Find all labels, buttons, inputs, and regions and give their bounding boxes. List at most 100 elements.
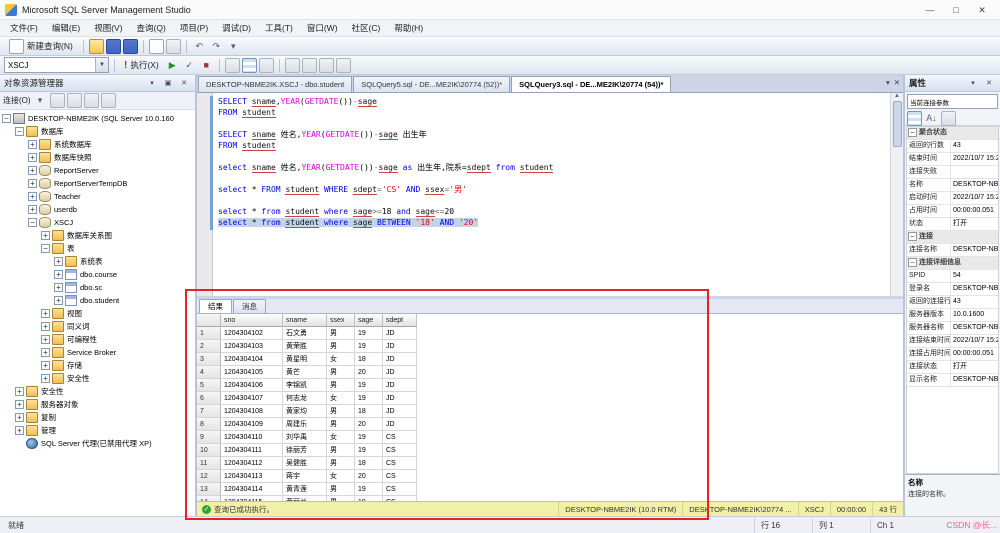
grid-cell[interactable]: 19 bbox=[355, 340, 383, 353]
property-row-16[interactable]: 连接结束时间2022/10/7 15:22:53 bbox=[907, 335, 998, 348]
expand-icon[interactable]: + bbox=[41, 361, 50, 370]
grid-cell[interactable]: 18 bbox=[355, 457, 383, 470]
collapse-icon[interactable]: − bbox=[2, 114, 11, 123]
grid-cell[interactable]: 1204304107 bbox=[221, 392, 283, 405]
alphabetical-icon[interactable]: A↓ bbox=[924, 111, 939, 126]
grid-cell[interactable]: 黄星明 bbox=[283, 353, 327, 366]
tree-item-0[interactable]: −DESKTOP-NBME2IK (SQL Server 10.0.160 bbox=[0, 112, 195, 125]
property-category-8[interactable]: −连接 bbox=[907, 231, 998, 244]
grid-cell[interactable]: 女 bbox=[327, 470, 355, 483]
tree-item-9[interactable]: +数据库关系图 bbox=[0, 229, 195, 242]
grid-cell[interactable]: 1204304113 bbox=[221, 470, 283, 483]
filter-icon[interactable] bbox=[101, 93, 116, 108]
chevron-down-icon[interactable]: ▾ bbox=[145, 77, 159, 90]
collapse-icon[interactable]: − bbox=[908, 128, 917, 137]
scroll-up-icon[interactable]: ▲ bbox=[894, 93, 900, 99]
row-number-cell[interactable]: 2 bbox=[197, 340, 221, 353]
row-number-cell[interactable]: 4 bbox=[197, 366, 221, 379]
property-category-10[interactable]: −连接详细信息 bbox=[907, 257, 998, 270]
grid-cell[interactable]: CS bbox=[383, 444, 417, 457]
property-row-1[interactable]: 返回的行数43 bbox=[907, 140, 998, 153]
row-number-cell[interactable]: 5 bbox=[197, 379, 221, 392]
grid-cell[interactable]: 1204304108 bbox=[221, 405, 283, 418]
expand-icon[interactable]: + bbox=[54, 257, 63, 266]
row-number-cell[interactable]: 10 bbox=[197, 444, 221, 457]
chevron-down-icon[interactable]: ▼ bbox=[95, 58, 108, 72]
editor-vertical-scrollbar[interactable]: ▲ bbox=[890, 93, 903, 296]
grid-cell[interactable]: 1204304106 bbox=[221, 379, 283, 392]
grid-cell[interactable]: 20 bbox=[355, 366, 383, 379]
expand-icon[interactable]: + bbox=[28, 205, 37, 214]
grid-cell[interactable]: 19 bbox=[355, 483, 383, 496]
grid-cell[interactable]: 18 bbox=[355, 353, 383, 366]
close-icon[interactable]: ✕ bbox=[894, 78, 900, 87]
pin-icon[interactable]: ▣ bbox=[161, 77, 175, 90]
tree-item-23[interactable]: +复制 bbox=[0, 411, 195, 424]
grid-cell[interactable]: CS bbox=[383, 483, 417, 496]
property-row-13[interactable]: 返回的连接行数43 bbox=[907, 296, 998, 309]
parse-query-icon[interactable]: ✓ bbox=[182, 58, 197, 73]
debug-icon[interactable]: ▶ bbox=[165, 58, 180, 73]
grid-cell[interactable]: 男 bbox=[327, 483, 355, 496]
grid-cell[interactable]: 黄芒 bbox=[283, 366, 327, 379]
property-category-0[interactable]: −聚合状态 bbox=[907, 127, 998, 140]
menu-item-7[interactable]: 窗口(W) bbox=[300, 20, 345, 37]
tree-item-20[interactable]: +安全性 bbox=[0, 372, 195, 385]
grid-cell[interactable]: 19 bbox=[355, 392, 383, 405]
grid-cell[interactable]: 19 bbox=[355, 431, 383, 444]
expand-icon[interactable]: + bbox=[41, 335, 50, 344]
row-number-cell[interactable]: 13 bbox=[197, 483, 221, 496]
stop-icon[interactable] bbox=[67, 93, 82, 108]
sql-code[interactable]: SELECT sname,YEAR(GETDATE())-sageFROM st… bbox=[213, 93, 890, 296]
uncomment-icon[interactable] bbox=[302, 58, 317, 73]
property-row-12[interactable]: 登录名DESKTOP-NBME2IK bbox=[907, 283, 998, 296]
property-row-14[interactable]: 服务器版本10.0.1600 bbox=[907, 309, 998, 322]
close-icon[interactable]: ✕ bbox=[982, 77, 996, 90]
chevron-down-icon[interactable]: ▾ bbox=[886, 78, 890, 87]
row-number-cell[interactable]: 1 bbox=[197, 327, 221, 340]
menu-item-9[interactable]: 帮助(H) bbox=[387, 20, 430, 37]
expand-icon[interactable]: + bbox=[28, 166, 37, 175]
menu-item-0[interactable]: 文件(F) bbox=[3, 20, 45, 37]
property-row-3[interactable]: 连接失败 bbox=[907, 166, 998, 179]
indent-icon[interactable] bbox=[319, 58, 334, 73]
property-row-4[interactable]: 名称DESKTOP-NBME2IK bbox=[907, 179, 998, 192]
grid-cell[interactable]: 1204304114 bbox=[221, 483, 283, 496]
grid-cell[interactable]: 1204304102 bbox=[221, 327, 283, 340]
tree-item-7[interactable]: +userdb bbox=[0, 203, 195, 216]
expand-icon[interactable]: + bbox=[41, 309, 50, 318]
collapse-icon[interactable]: − bbox=[908, 258, 917, 267]
disconnect-server-icon[interactable] bbox=[50, 93, 65, 108]
execute-button[interactable]: ! 执行(X) bbox=[120, 59, 163, 71]
grid-cell[interactable]: 1204304104 bbox=[221, 353, 283, 366]
expand-icon[interactable]: + bbox=[15, 400, 24, 409]
grid-cell[interactable]: JD bbox=[383, 392, 417, 405]
tree-item-22[interactable]: +服务器对象 bbox=[0, 398, 195, 411]
undo-icon[interactable]: ↶ bbox=[192, 39, 207, 54]
document-tab-1[interactable]: SQLQuery5.sql - DE...ME2IK\20774 (52))* bbox=[353, 76, 510, 92]
grid-cell[interactable]: JD bbox=[383, 379, 417, 392]
tree-item-8[interactable]: −XSCJ bbox=[0, 216, 195, 229]
tree-item-13[interactable]: +dbo.sc bbox=[0, 281, 195, 294]
grid-cell[interactable]: 女 bbox=[327, 431, 355, 444]
property-row-9[interactable]: 连接名称DESKTOP-NBME2IK bbox=[907, 244, 998, 257]
grid-column-sage[interactable]: sage bbox=[355, 314, 383, 327]
new-query-button[interactable]: 新建查询(N) bbox=[4, 38, 78, 55]
row-number-cell[interactable]: 9 bbox=[197, 431, 221, 444]
activity-monitor-icon[interactable] bbox=[166, 39, 181, 54]
properties-object-selector[interactable]: 当前连接参数 bbox=[907, 94, 998, 109]
grid-cell[interactable]: 黄家均 bbox=[283, 405, 327, 418]
grid-cell[interactable]: 1204304112 bbox=[221, 457, 283, 470]
menu-item-6[interactable]: 工具(T) bbox=[258, 20, 300, 37]
property-row-5[interactable]: 启动时间2022/10/7 15:22:53 bbox=[907, 192, 998, 205]
grid-cell[interactable]: 1204304103 bbox=[221, 340, 283, 353]
results-tab-0[interactable]: 结果 bbox=[199, 299, 232, 313]
expand-icon[interactable]: + bbox=[28, 192, 37, 201]
scrollbar-thumb[interactable] bbox=[893, 101, 902, 147]
tree-item-24[interactable]: +管理 bbox=[0, 424, 195, 437]
grid-cell[interactable]: 男 bbox=[327, 366, 355, 379]
expand-icon[interactable]: + bbox=[41, 322, 50, 331]
tree-item-14[interactable]: +dbo.student bbox=[0, 294, 195, 307]
expand-icon[interactable]: + bbox=[15, 413, 24, 422]
grid-column-sno[interactable]: sno bbox=[221, 314, 283, 327]
